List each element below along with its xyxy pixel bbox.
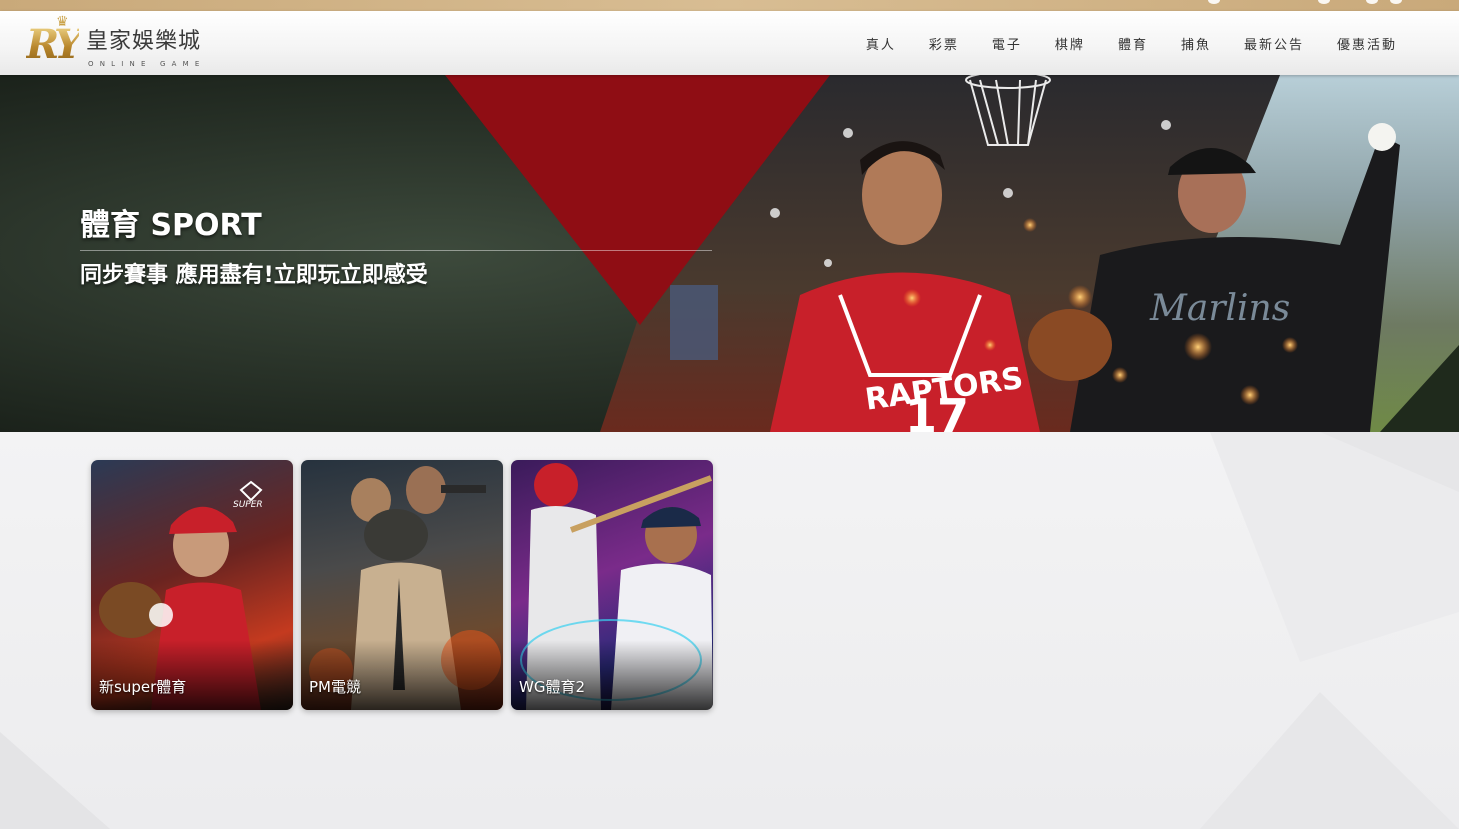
logo-tagline: ONLINE GAME — [88, 60, 206, 68]
top-strip — [0, 0, 1459, 11]
banner-subtitle: 同步賽事 應用盡有!立即玩立即感受 — [80, 263, 428, 288]
nav-item-fishing[interactable]: 捕魚 — [1181, 34, 1211, 53]
jersey-number: 17 — [905, 389, 969, 432]
game-card-pm[interactable]: PM電競 — [301, 460, 503, 710]
main-nav: 真人 彩票 電子 棋牌 體育 捕魚 最新公告 優惠活動 — [866, 11, 1397, 75]
game-card-label: WG體育2 — [519, 678, 585, 696]
sports-banner: RAPTORS 17 Marlins 體育 SPORT 同步賽事 應用盡有!立即… — [0, 75, 1459, 432]
jersey2-text: Marlins — [1149, 288, 1290, 329]
game-card-super[interactable]: SUPER 新super體育 — [91, 460, 293, 710]
nav-item-lottery[interactable]: 彩票 — [929, 34, 959, 53]
banner-artwork: RAPTORS 17 Marlins — [0, 75, 1459, 432]
site-header: ♛ RY 皇家娛樂城 ONLINE GAME 真人 彩票 電子 棋牌 體育 捕魚… — [0, 11, 1459, 75]
super-badge: SUPER — [233, 500, 263, 510]
nav-item-slots[interactable]: 電子 — [992, 34, 1022, 53]
game-card-label: PM電競 — [309, 678, 361, 696]
game-cards: SUPER 新super體育 PM電競 WG體育2 — [91, 460, 713, 710]
banner-divider — [80, 250, 712, 251]
nav-item-announcements[interactable]: 最新公告 — [1244, 34, 1304, 53]
nav-item-cards[interactable]: 棋牌 — [1055, 34, 1085, 53]
nav-item-promotions[interactable]: 優惠活動 — [1337, 34, 1397, 53]
top-strip-icon[interactable] — [1208, 0, 1220, 4]
nav-item-sports[interactable]: 體育 — [1118, 34, 1148, 53]
top-strip-icon[interactable] — [1366, 0, 1378, 4]
top-strip-icon[interactable] — [1318, 0, 1330, 4]
nav-item-live[interactable]: 真人 — [866, 34, 896, 53]
banner-title: 體育 SPORT — [80, 208, 262, 243]
logo-name: 皇家娛樂城 — [86, 29, 202, 54]
game-card-label: 新super體育 — [99, 678, 187, 696]
game-list-area: SUPER 新super體育 PM電競 WG體育2 — [0, 432, 1459, 829]
game-card-wg[interactable]: WG體育2 — [511, 460, 713, 710]
top-strip-icon[interactable] — [1390, 0, 1402, 4]
site-logo[interactable]: ♛ RY 皇家娛樂城 ONLINE GAME — [24, 15, 214, 71]
logo-initials: RY — [26, 21, 83, 68]
